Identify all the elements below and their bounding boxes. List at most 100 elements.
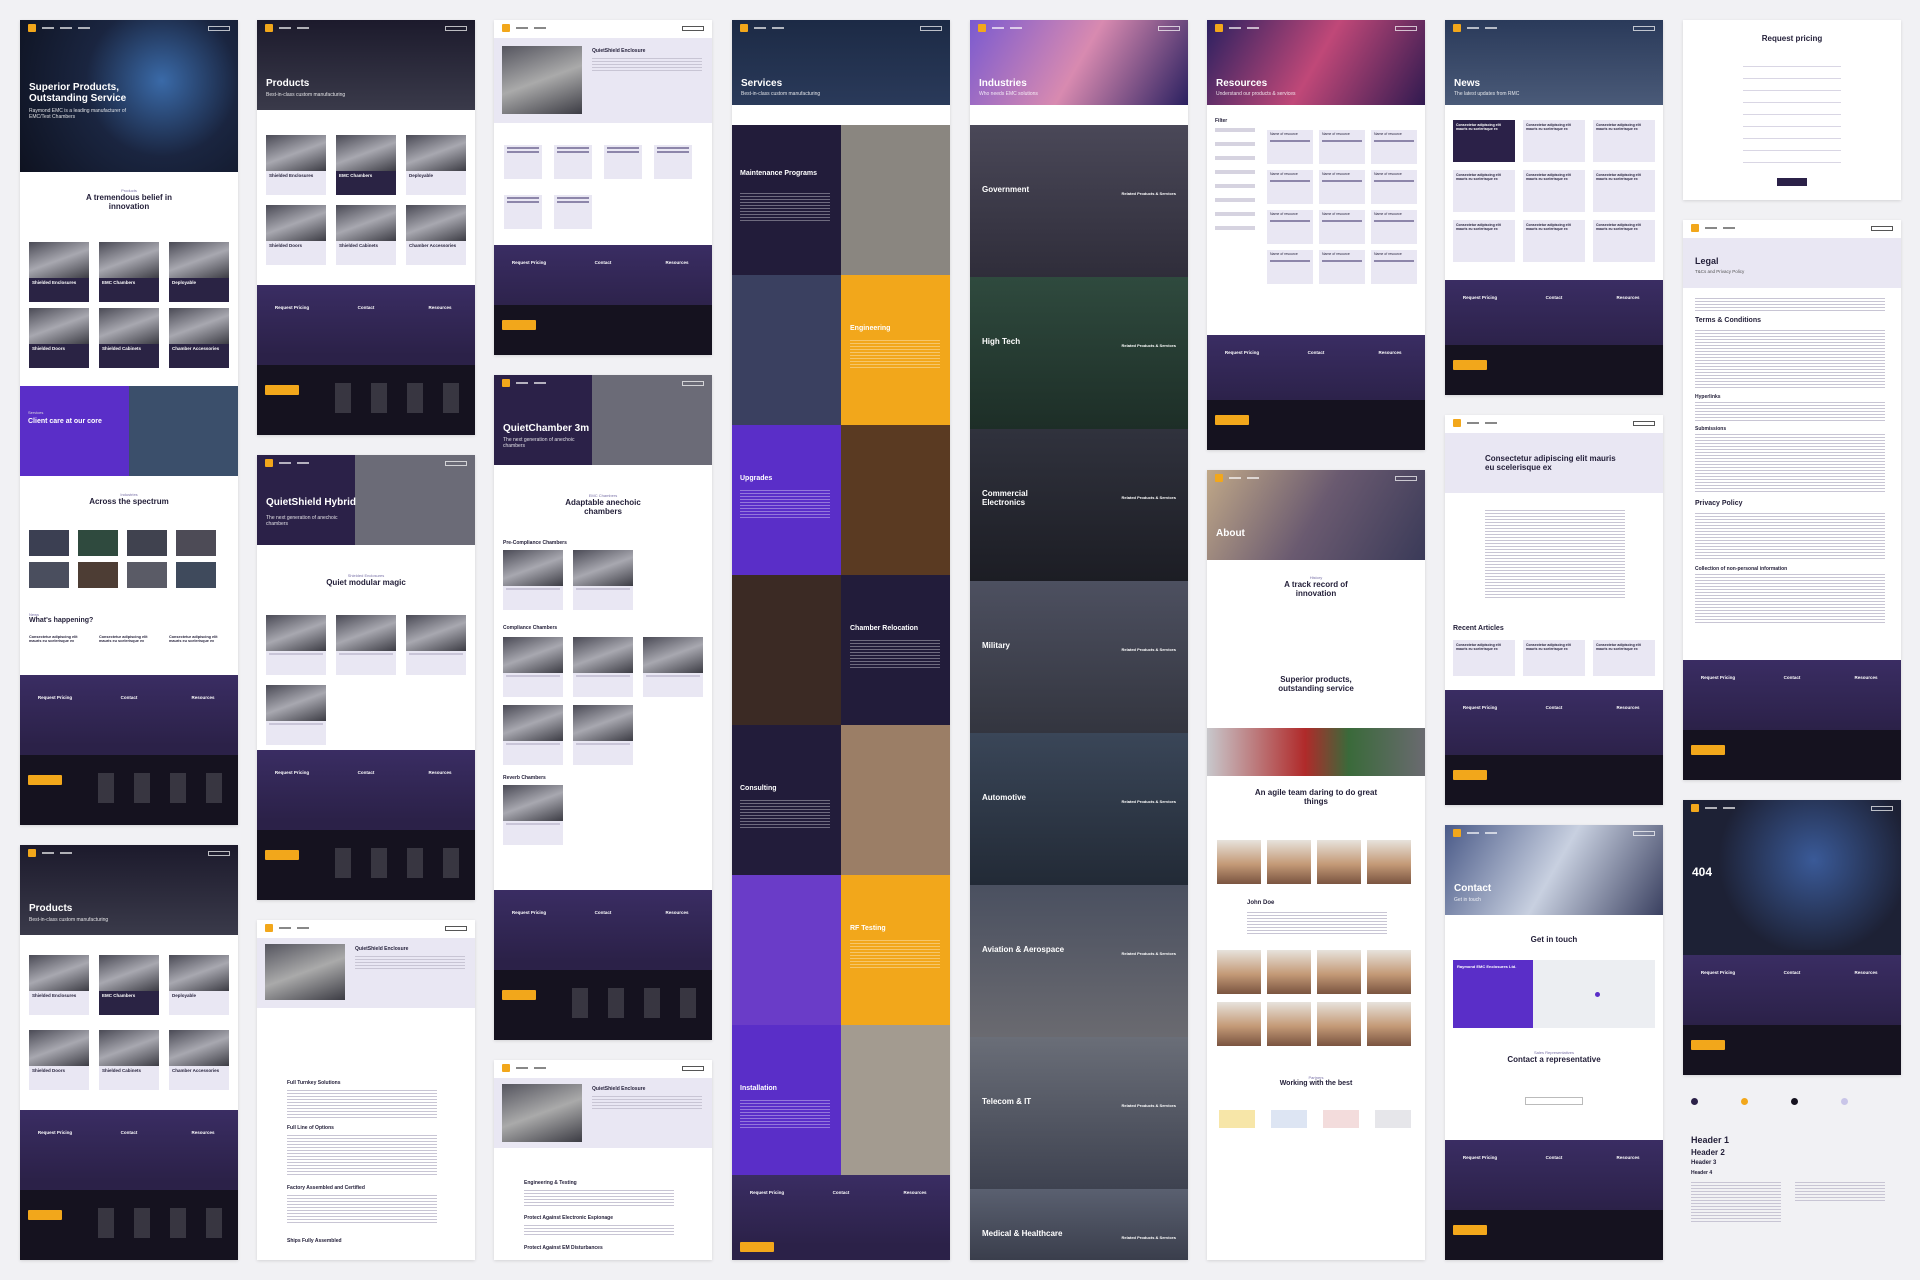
industry-tile[interactable] <box>78 562 118 588</box>
nav-link[interactable] <box>754 27 766 29</box>
footer-request-pricing[interactable]: Request Pricing <box>504 910 554 915</box>
news-card[interactable]: Consectetur adipiscing elit mauris eu sc… <box>1453 640 1515 676</box>
request-button[interactable] <box>445 925 467 931</box>
nav-link[interactable] <box>1247 477 1259 479</box>
footer-resources[interactable]: Resources <box>890 1190 940 1195</box>
request-button[interactable] <box>920 25 942 31</box>
logo-icon[interactable] <box>28 24 36 32</box>
news-card[interactable]: Consectetur adipiscing elit mauris eu sc… <box>1593 120 1655 162</box>
industry-tile[interactable] <box>78 530 118 556</box>
resource-card[interactable]: Name of resource <box>1371 210 1417 244</box>
news-card[interactable]: Consectetur adipiscing elit mauris eu sc… <box>1593 170 1655 212</box>
nav-link[interactable] <box>534 1067 546 1069</box>
option-card[interactable] <box>554 195 592 229</box>
footer-request-pricing[interactable]: Request Pricing <box>1455 705 1505 710</box>
footer-resources[interactable]: Resources <box>1603 1155 1653 1160</box>
nav-link[interactable] <box>1247 27 1259 29</box>
logo-icon[interactable] <box>1453 829 1461 837</box>
team-photo[interactable] <box>1317 950 1361 994</box>
nav-link[interactable] <box>1723 807 1735 809</box>
footer-contact[interactable]: Contact <box>816 1190 866 1195</box>
nav-link[interactable] <box>772 27 784 29</box>
team-photo[interactable] <box>1317 1002 1361 1046</box>
raymond-logo[interactable] <box>265 850 299 860</box>
request-button[interactable] <box>1633 830 1655 836</box>
product-tile[interactable]: Shielded Enclosures <box>266 135 326 195</box>
product-tile[interactable]: Chamber Accessories <box>169 308 229 368</box>
request-button[interactable] <box>445 460 467 466</box>
raymond-logo[interactable] <box>1453 1225 1487 1235</box>
raymond-logo[interactable] <box>1691 745 1725 755</box>
footer-contact[interactable]: Contact <box>104 1130 154 1135</box>
footer-request-pricing[interactable]: Request Pricing <box>30 1130 80 1135</box>
logo-icon[interactable] <box>502 24 510 32</box>
industry-tile[interactable] <box>29 562 69 588</box>
option-card[interactable] <box>504 145 542 179</box>
product-tile[interactable]: Shielded Doors <box>29 1030 89 1090</box>
related-link[interactable]: Related Products & Services <box>1122 951 1176 956</box>
nav-link[interactable] <box>534 382 546 384</box>
footer-request-pricing[interactable]: Request Pricing <box>1455 1155 1505 1160</box>
logo-icon[interactable] <box>1453 419 1461 427</box>
logo-icon[interactable] <box>265 24 273 32</box>
option-card[interactable] <box>604 145 642 179</box>
product-tile[interactable] <box>573 550 633 610</box>
footer-resources[interactable]: Resources <box>652 910 702 915</box>
team-photo[interactable] <box>1217 1002 1261 1046</box>
product-tile[interactable]: Shielded Doors <box>29 308 89 368</box>
industry-tile[interactable] <box>29 530 69 556</box>
resource-card[interactable]: Name of resource <box>1371 170 1417 204</box>
product-tile[interactable] <box>266 615 326 675</box>
news-card[interactable]: Consectetur adipiscing elit mauris eu sc… <box>1453 220 1515 262</box>
nav-link[interactable] <box>516 27 528 29</box>
request-button[interactable] <box>445 25 467 31</box>
team-photo[interactable] <box>1367 950 1411 994</box>
nav-link[interactable] <box>1467 832 1479 834</box>
footer-contact[interactable]: Contact <box>1529 1155 1579 1160</box>
related-link[interactable]: Related Products & Services <box>1122 799 1176 804</box>
footer-request-pricing[interactable]: Request Pricing <box>1693 970 1743 975</box>
logo-icon[interactable] <box>502 379 510 387</box>
option-card[interactable] <box>504 195 542 229</box>
raymond-logo[interactable] <box>28 775 62 785</box>
industry-tile[interactable] <box>127 562 167 588</box>
nav-link[interactable] <box>1229 27 1241 29</box>
footer-request-pricing[interactable]: Request Pricing <box>504 260 554 265</box>
product-tile[interactable]: Shielded Doors <box>266 205 326 265</box>
raymond-logo[interactable] <box>502 320 536 330</box>
request-button[interactable] <box>1871 805 1893 811</box>
product-tile[interactable]: Shielded Enclosures <box>29 955 89 1015</box>
industry-tile[interactable] <box>176 562 216 588</box>
pricing-form[interactable] <box>1743 60 1841 170</box>
news-item[interactable]: Consectetur adipiscing elit mauris eu sc… <box>99 635 159 643</box>
option-card[interactable] <box>654 145 692 179</box>
product-tile[interactable]: Deployable <box>406 135 466 195</box>
footer-contact[interactable]: Contact <box>578 910 628 915</box>
footer-contact[interactable]: Contact <box>1767 675 1817 680</box>
nav-link[interactable] <box>1229 477 1241 479</box>
raymond-logo[interactable] <box>265 385 299 395</box>
related-link[interactable]: Related Products & Services <box>1122 647 1176 652</box>
nav-link[interactable] <box>1485 832 1497 834</box>
footer-request-pricing[interactable]: Request Pricing <box>1693 675 1743 680</box>
raymond-logo[interactable] <box>1215 415 1249 425</box>
product-tile[interactable] <box>503 705 563 765</box>
nav-link[interactable] <box>297 27 309 29</box>
footer-resources[interactable]: Resources <box>1841 970 1891 975</box>
nav-link[interactable] <box>992 27 1004 29</box>
nav-link[interactable] <box>78 27 90 29</box>
request-button[interactable] <box>682 1065 704 1071</box>
news-card[interactable]: Consectetur adipiscing elit mauris eu sc… <box>1523 640 1585 676</box>
request-button[interactable] <box>1395 475 1417 481</box>
footer-resources[interactable]: Resources <box>415 770 465 775</box>
nav-link[interactable] <box>279 27 291 29</box>
logo-icon[interactable] <box>1453 24 1461 32</box>
resource-card[interactable]: Name of resource <box>1319 170 1365 204</box>
resource-card[interactable]: Name of resource <box>1371 130 1417 164</box>
logo-icon[interactable] <box>740 24 748 32</box>
logo-icon[interactable] <box>1215 474 1223 482</box>
raymond-logo[interactable] <box>1691 1040 1725 1050</box>
request-button[interactable] <box>1633 25 1655 31</box>
nav-link[interactable] <box>534 27 546 29</box>
raymond-logo[interactable] <box>1453 360 1487 370</box>
